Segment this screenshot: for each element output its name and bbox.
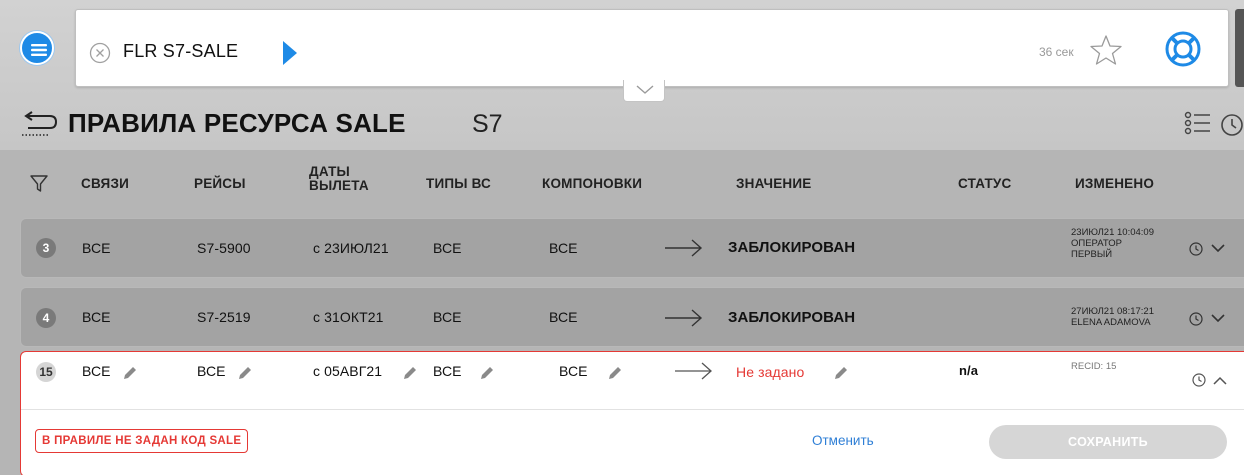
edit-aircraft[interactable]: ВСЕ (433, 363, 462, 379)
cell-layouts: ВСЕ (549, 240, 578, 256)
edit-links[interactable]: ВСЕ (82, 363, 111, 379)
clear-icon[interactable] (89, 42, 111, 64)
column-dates-line1: ДАТЫ (309, 164, 350, 179)
column-value[interactable]: ЗНАЧЕНИЕ (736, 177, 811, 191)
cell-changed: 27ИЮЛ21 08:17:21 ELENA ADAMOVA (1071, 306, 1154, 328)
pencil-icon[interactable] (122, 365, 138, 381)
command-input[interactable]: FLR S7-SALE (123, 41, 238, 62)
history-icon[interactable] (1188, 311, 1204, 327)
edit-dates[interactable]: с 05АВГ21 (313, 363, 382, 379)
edit-value[interactable]: Не задано (736, 364, 804, 380)
page-subtitle: S7 (472, 110, 503, 138)
chevron-down-icon[interactable] (1211, 314, 1225, 324)
app-window: FLR S7-SALE 36 сек ПРАВИЛА РЕСУРСА SALE … (0, 0, 1244, 475)
column-changed[interactable]: ИЗМЕНЕНО (1075, 177, 1154, 191)
changed-timestamp: 27ИЮЛ21 08:17:21 (1071, 306, 1154, 317)
column-dates-line2: ВЫЛЕТА (309, 178, 369, 193)
changed-timestamp: 23ИЮЛ21 10:04:09 (1071, 227, 1154, 238)
row-number: 3 (36, 238, 56, 258)
changed-user-2: ПЕРВЫЙ (1071, 249, 1113, 260)
changed-user: ОПЕРАТОР (1071, 238, 1122, 249)
arrow-right-icon (665, 239, 703, 257)
list-settings-icon[interactable] (1184, 110, 1212, 136)
column-status[interactable]: СТАТУС (958, 177, 1011, 191)
timer-text: 36 сек (1039, 45, 1074, 59)
edit-status: n/a (959, 363, 979, 378)
lifebuoy-icon[interactable] (1163, 29, 1203, 69)
chevron-down-icon[interactable] (1211, 244, 1225, 254)
record-id: RECID: 15 (1071, 361, 1117, 372)
back-icon[interactable] (20, 111, 58, 139)
error-badge: В ПРАВИЛЕ НЕ ЗАДАН КОД SALE (35, 429, 249, 453)
collapse-toggle[interactable] (623, 80, 665, 102)
cell-flights: S7-5900 (197, 240, 251, 256)
column-links[interactable]: СВЯЗИ (81, 177, 129, 191)
cell-flights: S7-2519 (197, 309, 251, 325)
edit-layouts[interactable]: ВСЕ (559, 363, 588, 379)
cell-links: ВСЕ (82, 309, 111, 325)
hamburger-icon (31, 44, 47, 56)
edit-flights[interactable]: ВСЕ (197, 363, 226, 379)
arrow-right-icon (665, 309, 703, 327)
history-icon[interactable] (1188, 241, 1204, 257)
row-number: 4 (36, 308, 56, 328)
save-button[interactable]: СОХРАНИТЬ (989, 425, 1227, 459)
column-aircraft[interactable]: ТИПЫ ВС (426, 177, 491, 191)
cell-dates: с 31ОКТ21 (313, 309, 384, 325)
column-dates[interactable]: ДАТЫ ВЫЛЕТА (309, 165, 369, 193)
pencil-icon[interactable] (833, 365, 849, 381)
table-row[interactable]: 3 ВСЕ S7-5900 с 23ИЮЛ21 ВСЕ ВСЕ ЗАБЛОКИР… (20, 218, 1244, 278)
row-number: 15 (36, 362, 56, 382)
cell-layouts: ВСЕ (549, 309, 578, 325)
arrow-right-icon (675, 362, 712, 380)
pencil-icon[interactable] (237, 365, 253, 381)
cell-dates: с 23ИЮЛ21 (313, 240, 389, 256)
chevron-down-icon (636, 85, 654, 94)
chevron-up-icon[interactable] (1213, 375, 1227, 385)
cancel-button[interactable]: Отменить (812, 433, 874, 448)
table-row[interactable]: 4 ВСЕ S7-2519 с 31ОКТ21 ВСЕ ВСЕ ЗАБЛОКИР… (20, 287, 1244, 347)
pencil-icon[interactable] (607, 365, 623, 381)
changed-user: ELENA ADAMOVA (1071, 317, 1151, 328)
command-bar[interactable]: FLR S7-SALE 36 сек (75, 9, 1229, 87)
column-layouts[interactable]: КОМПОНОВКИ (542, 177, 642, 191)
cell-value: ЗАБЛОКИРОВАН (728, 239, 856, 256)
page-title: ПРАВИЛА РЕСУРСА SALE (68, 108, 406, 138)
divider (21, 409, 1244, 410)
run-arrow-icon[interactable] (282, 40, 298, 66)
pencil-icon[interactable] (402, 365, 418, 381)
cell-aircraft: ВСЕ (433, 240, 462, 256)
cell-value: ЗАБЛОКИРОВАН (728, 309, 856, 326)
filter-icon[interactable] (29, 174, 49, 194)
cell-changed: 23ИЮЛ21 10:04:09 ОПЕРАТОР ПЕРВЫЙ (1071, 227, 1154, 260)
history-icon[interactable] (1191, 372, 1207, 388)
cell-links: ВСЕ (82, 240, 111, 256)
history-icon[interactable] (1218, 112, 1244, 138)
star-icon[interactable] (1090, 34, 1122, 66)
edit-row[interactable]: 15 ВСЕ ВСЕ с 05АВГ21 ВСЕ ВСЕ Не задано n… (20, 351, 1244, 475)
menu-button[interactable] (20, 31, 54, 65)
cell-aircraft: ВСЕ (433, 309, 462, 325)
column-flights[interactable]: РЕЙСЫ (194, 177, 246, 191)
side-panel-edge[interactable] (1235, 9, 1244, 87)
pencil-icon[interactable] (479, 365, 495, 381)
